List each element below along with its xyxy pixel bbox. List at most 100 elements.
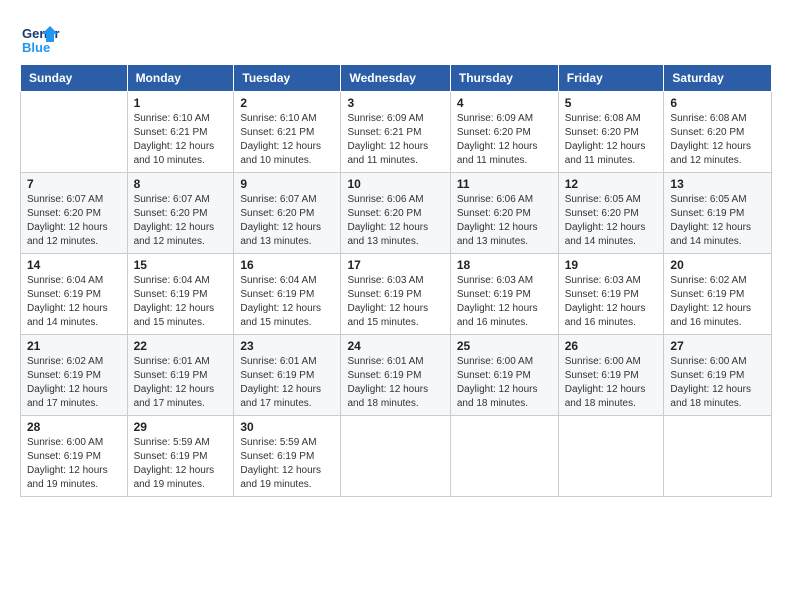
calendar-cell: 5 Sunrise: 6:08 AMSunset: 6:20 PMDaylight… <box>558 92 664 173</box>
day-info: Sunrise: 6:03 AMSunset: 6:19 PMDaylight:… <box>347 274 443 330</box>
day-number: 11 <box>457 177 552 191</box>
calendar-cell: 2 Sunrise: 6:10 AMSunset: 6:21 PMDaylight… <box>234 92 341 173</box>
week-row-1: 1 Sunrise: 6:10 AMSunset: 6:21 PMDaylight… <box>21 92 772 173</box>
day-number: 18 <box>457 258 552 272</box>
calendar-cell: 12 Sunrise: 6:05 AMSunset: 6:20 PMDayligh… <box>558 173 664 254</box>
day-number: 16 <box>240 258 334 272</box>
calendar-cell: 23 Sunrise: 6:01 AMSunset: 6:19 PMDayligh… <box>234 335 341 416</box>
day-number: 21 <box>27 339 121 353</box>
day-info: Sunrise: 6:00 AMSunset: 6:19 PMDaylight:… <box>670 355 765 411</box>
calendar-cell: 25Sunrise: 6:00 AMSunset: 6:19 PMDayligh… <box>450 335 558 416</box>
calendar-cell <box>21 92 128 173</box>
day-info: Sunrise: 6:07 AMSunset: 6:20 PMDaylight:… <box>240 193 334 249</box>
day-info: Sunrise: 6:07 AMSunset: 6:20 PMDaylight:… <box>134 193 228 249</box>
weekday-friday: Friday <box>558 65 664 92</box>
day-info: Sunrise: 6:08 AMSunset: 6:20 PMDaylight:… <box>565 112 658 168</box>
day-number: 4 <box>457 96 552 110</box>
day-number: 2 <box>240 96 334 110</box>
calendar-cell: 26 Sunrise: 6:00 AMSunset: 6:19 PMDayligh… <box>558 335 664 416</box>
calendar-cell: 16 Sunrise: 6:04 AMSunset: 6:19 PMDayligh… <box>234 254 341 335</box>
page-header: General Blue <box>20 16 772 56</box>
day-number: 15 <box>134 258 228 272</box>
day-info: Sunrise: 6:01 AMSunset: 6:19 PMDaylight:… <box>240 355 334 411</box>
day-number: 22 <box>134 339 228 353</box>
day-number: 20 <box>670 258 765 272</box>
calendar-cell: 19 Sunrise: 6:03 AMSunset: 6:19 PMDayligh… <box>558 254 664 335</box>
calendar-cell: 17 Sunrise: 6:03 AMSunset: 6:19 PMDayligh… <box>341 254 450 335</box>
week-row-2: 7 Sunrise: 6:07 AMSunset: 6:20 PMDaylight… <box>21 173 772 254</box>
day-info: Sunrise: 6:01 AMSunset: 6:19 PMDaylight:… <box>134 355 228 411</box>
day-info: Sunrise: 6:02 AMSunset: 6:19 PMDaylight:… <box>27 355 121 411</box>
weekday-tuesday: Tuesday <box>234 65 341 92</box>
calendar-cell: 20 Sunrise: 6:02 AMSunset: 6:19 PMDayligh… <box>664 254 772 335</box>
day-number: 30 <box>240 420 334 434</box>
day-number: 7 <box>27 177 121 191</box>
day-number: 13 <box>670 177 765 191</box>
day-number: 26 <box>565 339 658 353</box>
day-info: Sunrise: 6:04 AMSunset: 6:19 PMDaylight:… <box>240 274 334 330</box>
day-info: Sunrise: 6:05 AMSunset: 6:20 PMDaylight:… <box>565 193 658 249</box>
calendar-cell <box>341 416 450 497</box>
calendar-cell: 14 Sunrise: 6:04 AMSunset: 6:19 PMDayligh… <box>21 254 128 335</box>
calendar-cell: 30Sunrise: 5:59 AMSunset: 6:19 PMDayligh… <box>234 416 341 497</box>
calendar-cell <box>450 416 558 497</box>
calendar-cell: 13 Sunrise: 6:05 AMSunset: 6:19 PMDayligh… <box>664 173 772 254</box>
calendar-cell: 28 Sunrise: 6:00 AMSunset: 6:19 PMDayligh… <box>21 416 128 497</box>
calendar-cell: 7Sunrise: 6:07 AMSunset: 6:20 PMDaylight… <box>21 173 128 254</box>
calendar-cell: 21 Sunrise: 6:02 AMSunset: 6:19 PMDayligh… <box>21 335 128 416</box>
day-number: 12 <box>565 177 658 191</box>
day-info: Sunrise: 6:00 AMSunset: 6:19 PMDaylight:… <box>27 436 121 492</box>
weekday-header-row: SundayMondayTuesdayWednesdayThursdayFrid… <box>21 65 772 92</box>
calendar-cell: 11Sunrise: 6:06 AMSunset: 6:20 PMDayligh… <box>450 173 558 254</box>
day-number: 28 <box>27 420 121 434</box>
calendar-cell: 29 Sunrise: 5:59 AMSunset: 6:19 PMDayligh… <box>127 416 234 497</box>
calendar-body: 1 Sunrise: 6:10 AMSunset: 6:21 PMDaylight… <box>21 92 772 497</box>
day-info: Sunrise: 6:10 AMSunset: 6:21 PMDaylight:… <box>240 112 334 168</box>
day-number: 10 <box>347 177 443 191</box>
week-row-4: 21 Sunrise: 6:02 AMSunset: 6:19 PMDayligh… <box>21 335 772 416</box>
day-info: Sunrise: 6:00 AMSunset: 6:19 PMDaylight:… <box>565 355 658 411</box>
calendar-cell <box>664 416 772 497</box>
weekday-wednesday: Wednesday <box>341 65 450 92</box>
weekday-saturday: Saturday <box>664 65 772 92</box>
day-number: 29 <box>134 420 228 434</box>
day-number: 23 <box>240 339 334 353</box>
day-info: Sunrise: 6:03 AMSunset: 6:19 PMDaylight:… <box>565 274 658 330</box>
day-info: Sunrise: 5:59 AMSunset: 6:19 PMDaylight:… <box>134 436 228 492</box>
day-number: 14 <box>27 258 121 272</box>
calendar-cell: 27Sunrise: 6:00 AMSunset: 6:19 PMDayligh… <box>664 335 772 416</box>
day-number: 6 <box>670 96 765 110</box>
calendar-cell: 9 Sunrise: 6:07 AMSunset: 6:20 PMDaylight… <box>234 173 341 254</box>
day-info: Sunrise: 6:09 AMSunset: 6:20 PMDaylight:… <box>457 112 552 168</box>
calendar-cell: 1 Sunrise: 6:10 AMSunset: 6:21 PMDaylight… <box>127 92 234 173</box>
day-number: 3 <box>347 96 443 110</box>
calendar-table: SundayMondayTuesdayWednesdayThursdayFrid… <box>20 64 772 497</box>
calendar-cell: 22 Sunrise: 6:01 AMSunset: 6:19 PMDayligh… <box>127 335 234 416</box>
week-row-5: 28 Sunrise: 6:00 AMSunset: 6:19 PMDayligh… <box>21 416 772 497</box>
svg-text:Blue: Blue <box>22 40 50 55</box>
day-info: Sunrise: 6:04 AMSunset: 6:19 PMDaylight:… <box>27 274 121 330</box>
day-info: Sunrise: 6:04 AMSunset: 6:19 PMDaylight:… <box>134 274 228 330</box>
day-info: Sunrise: 6:02 AMSunset: 6:19 PMDaylight:… <box>670 274 765 330</box>
calendar-cell: 8Sunrise: 6:07 AMSunset: 6:20 PMDaylight… <box>127 173 234 254</box>
day-number: 1 <box>134 96 228 110</box>
day-info: Sunrise: 6:10 AMSunset: 6:21 PMDaylight:… <box>134 112 228 168</box>
weekday-thursday: Thursday <box>450 65 558 92</box>
day-info: Sunrise: 6:09 AMSunset: 6:21 PMDaylight:… <box>347 112 443 168</box>
calendar-cell: 18 Sunrise: 6:03 AMSunset: 6:19 PMDayligh… <box>450 254 558 335</box>
day-number: 19 <box>565 258 658 272</box>
day-info: Sunrise: 6:03 AMSunset: 6:19 PMDaylight:… <box>457 274 552 330</box>
day-info: Sunrise: 6:08 AMSunset: 6:20 PMDaylight:… <box>670 112 765 168</box>
calendar-cell: 3 Sunrise: 6:09 AMSunset: 6:21 PMDaylight… <box>341 92 450 173</box>
day-info: Sunrise: 6:01 AMSunset: 6:19 PMDaylight:… <box>347 355 443 411</box>
logo-icon: General Blue <box>20 16 60 56</box>
calendar-cell: 15 Sunrise: 6:04 AMSunset: 6:19 PMDayligh… <box>127 254 234 335</box>
weekday-monday: Monday <box>127 65 234 92</box>
day-number: 5 <box>565 96 658 110</box>
day-info: Sunrise: 6:05 AMSunset: 6:19 PMDaylight:… <box>670 193 765 249</box>
day-number: 9 <box>240 177 334 191</box>
calendar-cell <box>558 416 664 497</box>
week-row-3: 14 Sunrise: 6:04 AMSunset: 6:19 PMDayligh… <box>21 254 772 335</box>
day-number: 17 <box>347 258 443 272</box>
weekday-sunday: Sunday <box>21 65 128 92</box>
